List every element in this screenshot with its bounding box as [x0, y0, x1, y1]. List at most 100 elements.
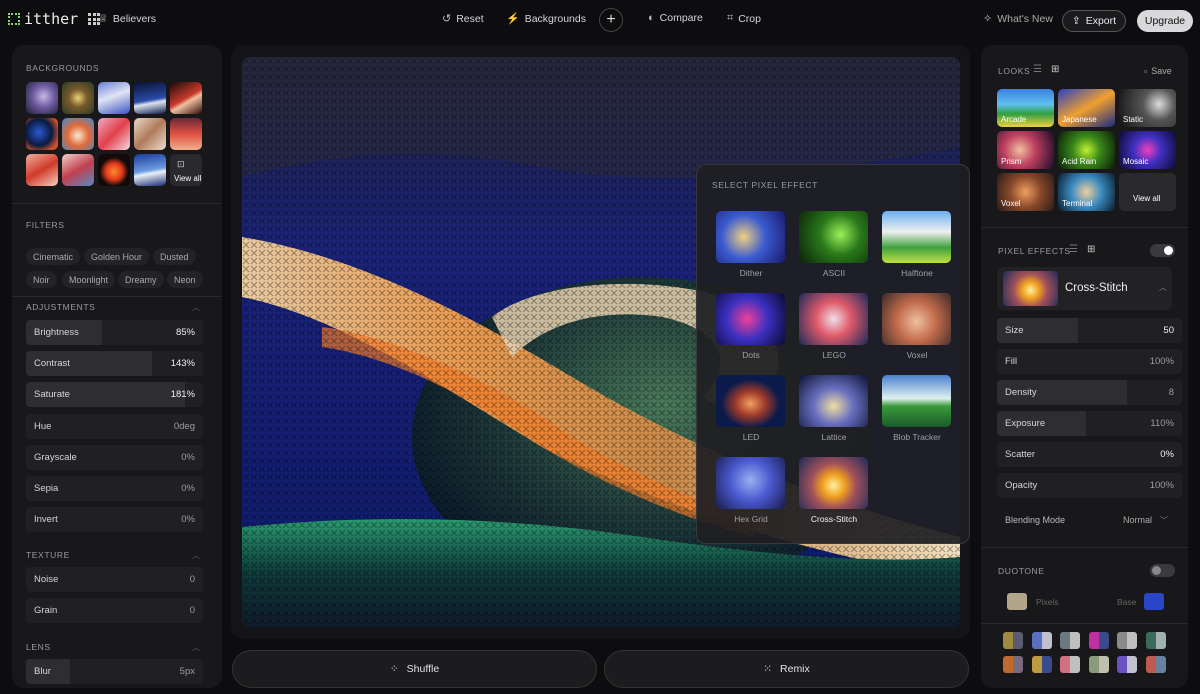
slider-grayscale[interactable]: Grayscale 0%: [26, 445, 203, 470]
background-thumb[interactable]: [26, 118, 58, 150]
pixels-color-swatch[interactable]: [1007, 593, 1027, 610]
look-thumb[interactable]: Mosaic: [1119, 131, 1176, 169]
compare-button[interactable]: ◐ Compare: [648, 12, 703, 24]
background-thumb[interactable]: [170, 118, 202, 150]
look-thumb[interactable]: Voxel: [997, 173, 1054, 211]
slider-contrast[interactable]: Contrast 143%: [26, 351, 203, 376]
duotone-preset[interactable]: [1088, 656, 1109, 673]
slider-grain[interactable]: Grain 0: [26, 598, 203, 623]
effect-option[interactable]: Dither: [716, 211, 786, 278]
background-thumb[interactable]: [134, 154, 166, 186]
app-logo[interactable]: itther: [8, 10, 101, 28]
background-thumb[interactable]: [134, 82, 166, 114]
effect-option[interactable]: Dots: [716, 293, 786, 360]
list-view-icon[interactable]: ☰: [1033, 64, 1042, 75]
crop-button[interactable]: ⌗ Crop: [727, 12, 761, 25]
duotone-preset[interactable]: [1145, 632, 1166, 649]
effect-option[interactable]: LEGO: [799, 293, 869, 360]
slider-hue[interactable]: Hue 0deg: [26, 414, 203, 439]
backgrounds-button[interactable]: ⚡ Backgrounds: [506, 12, 586, 26]
filter-chip[interactable]: Golden Hour: [84, 248, 150, 265]
list-view-icon[interactable]: ☰: [1069, 244, 1078, 255]
swatch-b: [1098, 656, 1109, 673]
remix-button[interactable]: ⁙ Remix: [604, 650, 969, 688]
pixel-effects-toggle[interactable]: [1150, 244, 1175, 257]
background-thumb[interactable]: [170, 82, 202, 114]
background-thumb[interactable]: [98, 118, 130, 150]
slider-exposure[interactable]: Exposure 110%: [997, 411, 1182, 436]
effect-option[interactable]: Hex Grid: [716, 457, 786, 524]
slider-sepia[interactable]: Sepia 0%: [26, 476, 203, 501]
slider-saturate[interactable]: Saturate 181%: [26, 382, 203, 407]
slider-noise[interactable]: Noise 0: [26, 567, 203, 592]
background-thumb[interactable]: [62, 82, 94, 114]
background-thumb[interactable]: [26, 154, 58, 186]
background-thumb[interactable]: [98, 154, 130, 186]
background-thumb[interactable]: [134, 118, 166, 150]
collapse-icon[interactable]: ︿: [192, 302, 200, 313]
effect-label: Lattice: [821, 432, 847, 442]
look-thumb[interactable]: View all: [1119, 173, 1176, 211]
background-thumb[interactable]: [98, 82, 130, 114]
effect-option[interactable]: Lattice: [799, 375, 869, 442]
look-thumb[interactable]: Static: [1119, 89, 1176, 127]
duotone-preset[interactable]: [1003, 656, 1023, 673]
filter-chip[interactable]: Cinematic: [26, 248, 81, 265]
slider-brightness[interactable]: Brightness 85%: [26, 320, 203, 345]
look-thumb[interactable]: Terminal: [1058, 173, 1115, 211]
duotone-preset[interactable]: [1060, 656, 1080, 673]
duotone-preset[interactable]: [1145, 656, 1166, 673]
background-thumb[interactable]: [26, 82, 58, 114]
slider-density[interactable]: Density 8: [997, 380, 1182, 405]
reset-icon: ↺: [442, 13, 452, 25]
duotone-preset[interactable]: [1031, 632, 1052, 649]
sparkle-icon: ✧: [983, 13, 993, 25]
background-thumb[interactable]: [62, 154, 94, 186]
filter-chip[interactable]: Dreamy: [118, 271, 164, 288]
reset-button[interactable]: ↺ Reset: [442, 12, 484, 26]
background-thumb[interactable]: [62, 118, 94, 150]
effect-option[interactable]: ASCII: [799, 211, 869, 278]
look-thumb[interactable]: Japanese: [1058, 89, 1115, 127]
duotone-preset[interactable]: [1088, 632, 1109, 649]
slider-fill[interactable]: Fill 100%: [997, 349, 1182, 374]
whats-new-button[interactable]: ✧ What's New: [983, 12, 1053, 26]
export-button[interactable]: ⇪ Export: [1062, 10, 1126, 32]
slider-invert[interactable]: Invert 0%: [26, 507, 203, 532]
filter-chip[interactable]: Noir: [26, 271, 57, 288]
filter-chip[interactable]: Dusted: [153, 248, 196, 265]
add-button[interactable]: +: [599, 8, 623, 32]
effect-option[interactable]: Voxel: [882, 293, 952, 360]
duotone-toggle[interactable]: [1150, 564, 1175, 577]
grid-view-icon[interactable]: ⊞: [1087, 244, 1095, 255]
slider-blur[interactable]: Blur 5px: [26, 659, 203, 684]
effect-option[interactable]: Blob Tracker: [882, 375, 952, 442]
slider-opacity[interactable]: Opacity 100%: [997, 473, 1182, 498]
collapse-icon[interactable]: ︿: [192, 550, 200, 561]
duotone-preset[interactable]: [1117, 632, 1137, 649]
look-thumb[interactable]: Prism: [997, 131, 1054, 169]
effect-option[interactable]: Halftone: [882, 211, 952, 278]
duotone-preset[interactable]: [1117, 656, 1137, 673]
view-all-backgrounds[interactable]: ⊡ View all: [170, 154, 202, 186]
slider-size[interactable]: Size 50: [997, 318, 1182, 343]
current-effect-selector[interactable]: Cross-Stitch ︿: [997, 267, 1172, 310]
effect-option[interactable]: LED: [716, 375, 786, 442]
save-look-button[interactable]: ▫ Save: [1144, 66, 1172, 76]
look-thumb[interactable]: Arcade: [997, 89, 1054, 127]
look-thumb[interactable]: Acid Rain: [1058, 131, 1115, 169]
base-color-swatch[interactable]: [1144, 593, 1164, 610]
collapse-icon[interactable]: ︿: [192, 642, 200, 653]
filter-chip[interactable]: Moonlight: [62, 271, 116, 288]
grid-view-icon[interactable]: ⊞: [1051, 64, 1059, 75]
upgrade-button[interactable]: Upgrade: [1137, 10, 1193, 32]
shuffle-button[interactable]: ⁘ Shuffle: [232, 650, 597, 688]
slider-scatter[interactable]: Scatter 0%: [997, 442, 1182, 467]
blending-mode-select[interactable]: Blending Mode Normal ﹀: [997, 509, 1172, 534]
workspace-selector[interactable]: ♕ Believers: [98, 12, 156, 26]
duotone-preset[interactable]: [1003, 632, 1023, 649]
effect-option[interactable]: Cross-Stitch: [799, 457, 869, 524]
filter-chip[interactable]: Neon: [167, 271, 203, 288]
duotone-preset[interactable]: [1060, 632, 1080, 649]
duotone-preset[interactable]: [1031, 656, 1052, 673]
